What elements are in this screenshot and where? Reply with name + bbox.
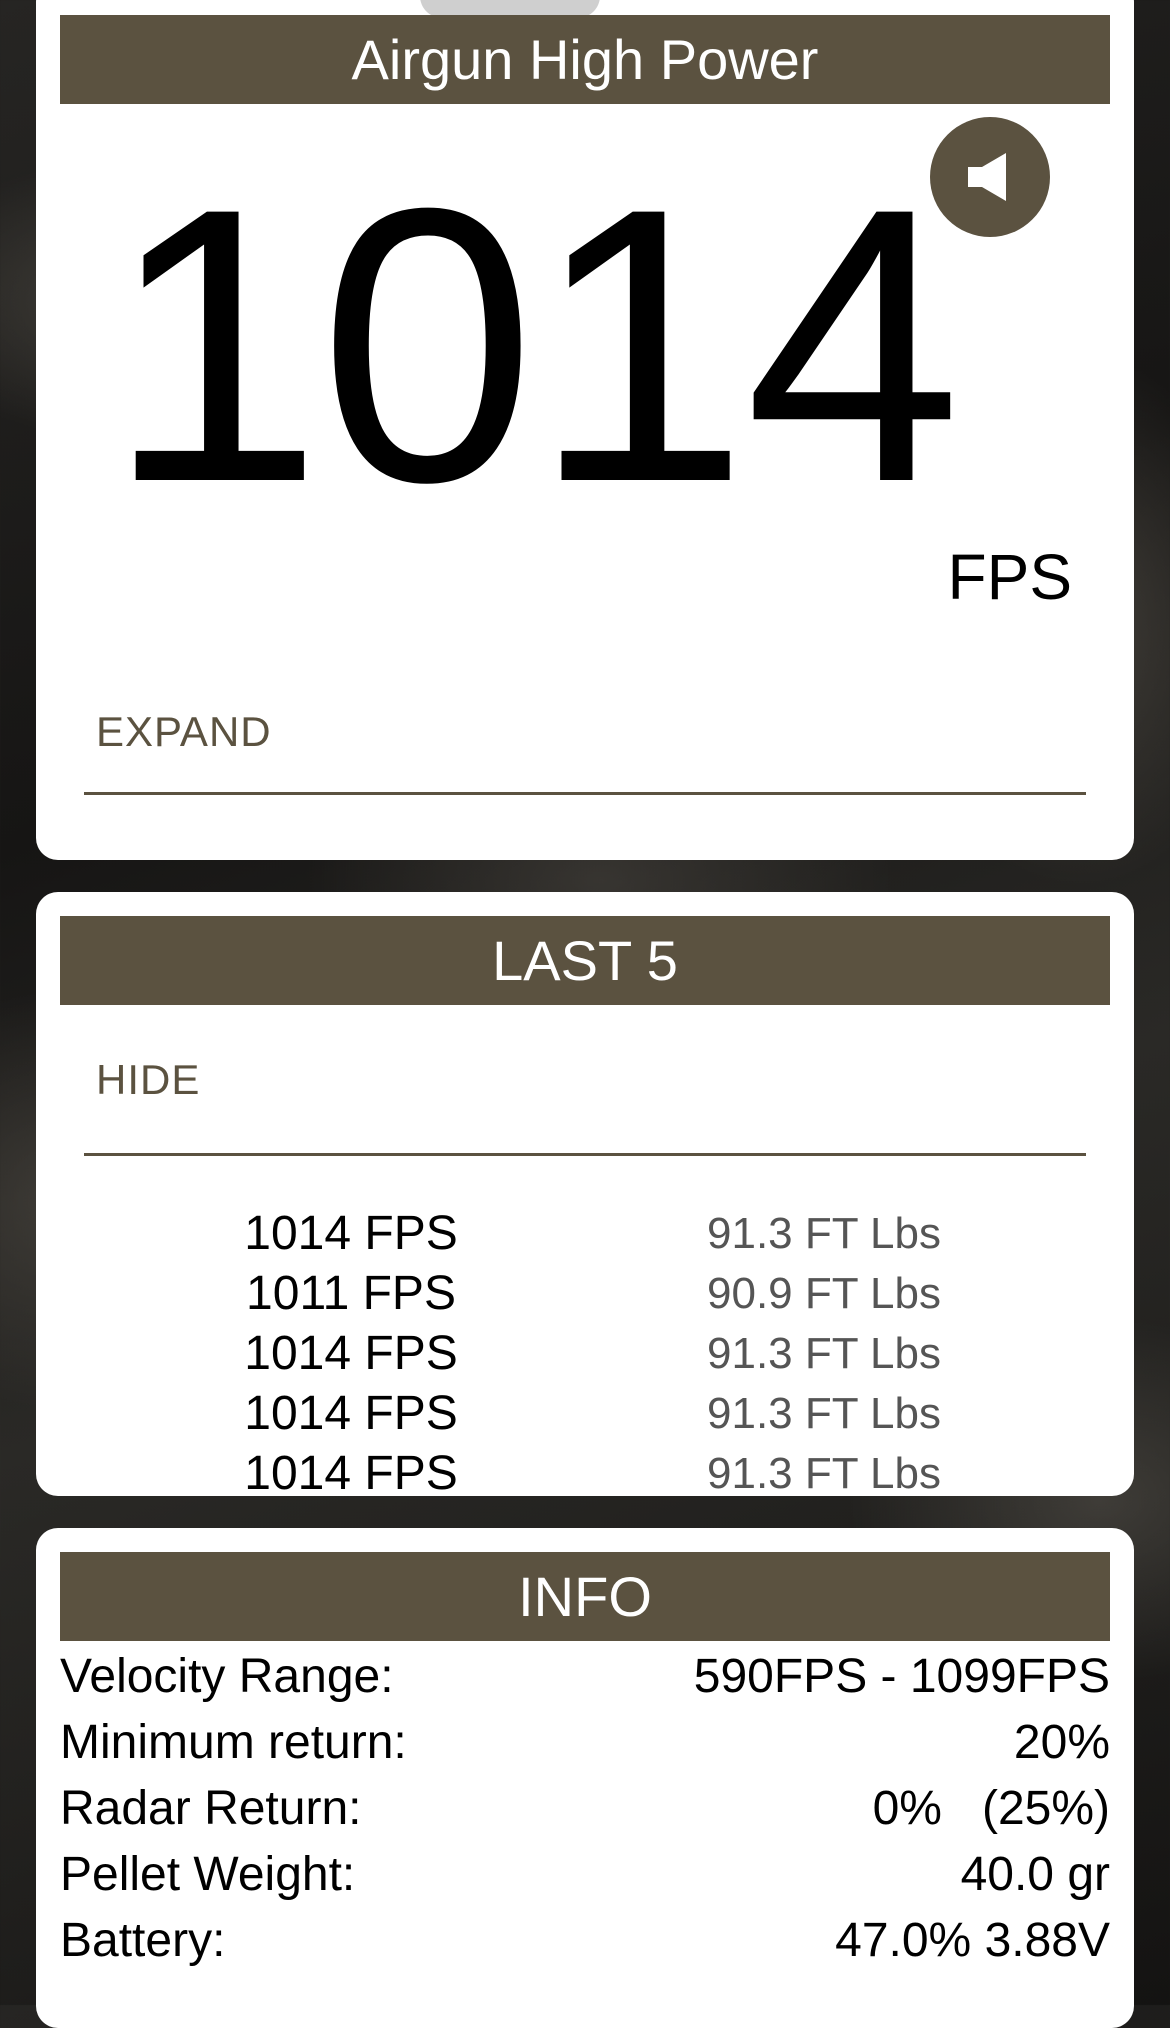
velocity-readout: 1014 bbox=[106, 127, 962, 563]
info-label: Velocity Range: bbox=[60, 1650, 394, 1703]
velocity-unit: FPS bbox=[947, 541, 1072, 613]
shot-row: 1014 FPS 91.3 FT Lbs bbox=[36, 1444, 1134, 1504]
expand-button[interactable]: EXPAND bbox=[96, 708, 272, 756]
speaker-icon bbox=[968, 153, 1006, 201]
info-row-minimum-return: Minimum return: 20% bbox=[60, 1710, 1110, 1776]
velocity-card-title: Airgun High Power bbox=[60, 15, 1110, 104]
info-value: 0% (25%) bbox=[872, 1782, 1110, 1835]
shot-velocity: 1014 FPS bbox=[244, 1447, 458, 1500]
expand-divider bbox=[84, 792, 1086, 795]
info-value: 20% bbox=[1013, 1716, 1110, 1769]
info-row-radar-return: Radar Return: 0% (25%) bbox=[60, 1776, 1110, 1842]
info-value: 590FPS - 1099FPS bbox=[693, 1650, 1110, 1703]
info-value: 47.0% 3.88V bbox=[835, 1914, 1110, 1967]
shot-row: 1014 FPS 91.3 FT Lbs bbox=[36, 1384, 1134, 1444]
shot-row: 1014 FPS 91.3 FT Lbs bbox=[36, 1204, 1134, 1264]
info-card: INFO Velocity Range: 590FPS - 1099FPS Mi… bbox=[36, 1528, 1134, 2028]
shot-energy: 91.3 FT Lbs bbox=[707, 1389, 941, 1438]
last5-card-title: LAST 5 bbox=[60, 916, 1110, 1005]
info-label: Radar Return: bbox=[60, 1782, 362, 1835]
info-row-pellet-weight: Pellet Weight: 40.0 gr bbox=[60, 1842, 1110, 1908]
hide-divider bbox=[84, 1153, 1086, 1156]
info-label: Battery: bbox=[60, 1914, 226, 1967]
info-value: 40.0 gr bbox=[960, 1848, 1110, 1901]
info-card-title: INFO bbox=[60, 1552, 1110, 1641]
shot-velocity: 1014 FPS bbox=[244, 1327, 458, 1380]
shot-velocity: 1014 FPS bbox=[244, 1207, 458, 1260]
shot-energy: 91.3 FT Lbs bbox=[707, 1449, 941, 1498]
info-label: Pellet Weight: bbox=[60, 1848, 356, 1901]
shot-row: 1011 FPS 90.9 FT Lbs bbox=[36, 1264, 1134, 1324]
shot-velocity: 1011 FPS bbox=[246, 1267, 456, 1320]
shot-velocity: 1014 FPS bbox=[244, 1387, 458, 1440]
hide-button[interactable]: HIDE bbox=[96, 1056, 200, 1104]
info-row-battery: Battery: 47.0% 3.88V bbox=[60, 1908, 1110, 1974]
info-row-velocity-range: Velocity Range: 590FPS - 1099FPS bbox=[60, 1644, 1110, 1710]
info-label: Minimum return: bbox=[60, 1716, 407, 1769]
shot-energy: 91.3 FT Lbs bbox=[707, 1209, 941, 1258]
shot-row: 1014 FPS 91.3 FT Lbs bbox=[36, 1324, 1134, 1384]
shot-energy: 91.3 FT Lbs bbox=[707, 1329, 941, 1378]
shot-energy: 90.9 FT Lbs bbox=[707, 1269, 941, 1318]
velocity-card: Airgun High Power 1014 FPS EXPAND bbox=[36, 0, 1134, 860]
last5-card: LAST 5 HIDE 1014 FPS 91.3 FT Lbs 1011 FP… bbox=[36, 892, 1134, 1500]
